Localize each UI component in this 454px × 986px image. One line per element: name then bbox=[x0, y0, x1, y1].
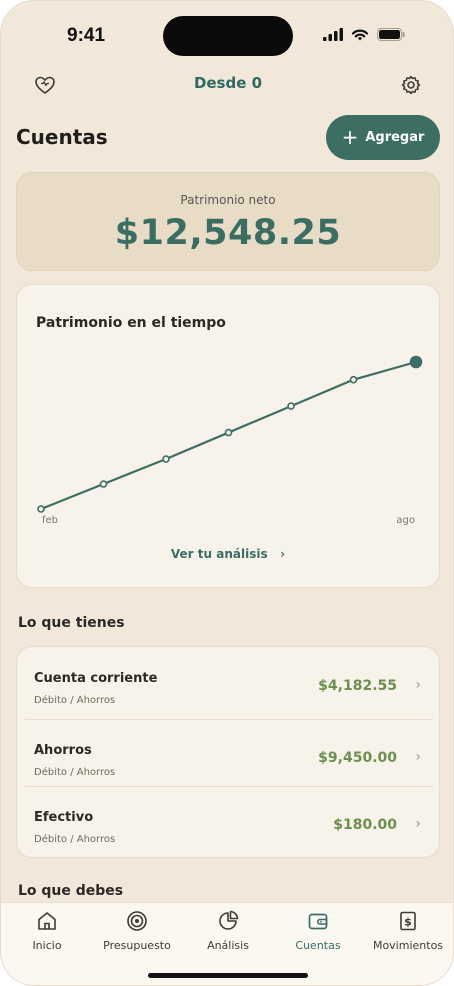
status-icons bbox=[323, 28, 405, 41]
tab-label: Análisis bbox=[207, 939, 249, 952]
tab-label: Presupuesto bbox=[103, 939, 171, 952]
accounts-list: Cuenta corriente Débito / Ahorros $4,182… bbox=[16, 646, 440, 858]
dynamic-island bbox=[163, 16, 293, 56]
pie-chart-icon bbox=[219, 910, 239, 930]
data-point bbox=[99, 480, 108, 488]
tab-inicio[interactable]: Inicio bbox=[2, 909, 92, 952]
add-account-button[interactable]: + Agregar bbox=[326, 115, 440, 160]
x-tick-label: ago bbox=[396, 515, 415, 526]
account-name: Ahorros bbox=[34, 743, 92, 758]
battery-icon bbox=[377, 28, 405, 41]
net-worth-card: Patrimonio neto $12,548.25 bbox=[16, 172, 440, 271]
account-row[interactable]: Efectivo Débito / Ahorros $180.00 › bbox=[17, 786, 441, 852]
x-tick-label: feb bbox=[42, 515, 58, 526]
chevron-right-icon: › bbox=[415, 816, 421, 832]
account-balance: $180.00 bbox=[333, 817, 397, 833]
account-row[interactable]: Ahorros Débito / Ahorros $9,450.00 › bbox=[17, 719, 441, 785]
see-analysis-link[interactable]: Ver tu análisis › bbox=[17, 547, 439, 561]
tab-presupuesto[interactable]: Presupuesto bbox=[92, 909, 182, 952]
plus-icon: + bbox=[341, 124, 359, 149]
status-time: 9:41 bbox=[67, 25, 106, 46]
section-owe-heading: Lo que debes bbox=[18, 883, 124, 899]
svg-text:$: $ bbox=[404, 916, 412, 929]
tab-analisis[interactable]: Análisis bbox=[183, 909, 273, 952]
data-point bbox=[349, 375, 358, 384]
chevron-right-icon: › bbox=[271, 547, 286, 561]
target-icon bbox=[127, 911, 147, 931]
net-worth-chart-card: Patrimonio en el tiempo feb ago Ver tu an… bbox=[16, 284, 440, 588]
receipt-icon: $ bbox=[400, 911, 416, 931]
account-type: Débito / Ahorros bbox=[34, 767, 116, 778]
tab-label: Inicio bbox=[32, 939, 62, 952]
account-balance: $4,182.55 bbox=[318, 678, 397, 694]
data-point bbox=[224, 428, 233, 437]
home-indicator bbox=[148, 973, 308, 978]
chevron-right-icon: › bbox=[415, 749, 421, 765]
tab-label: Movimientos bbox=[372, 939, 444, 952]
data-point bbox=[37, 505, 45, 513]
add-button-label: Agregar bbox=[365, 130, 425, 145]
account-name: Cuenta corriente bbox=[34, 671, 158, 686]
tab-movimientos[interactable]: $ Movimientos bbox=[363, 909, 453, 952]
tab-label: Cuentas bbox=[295, 939, 341, 952]
gear-icon[interactable] bbox=[399, 73, 423, 97]
account-row[interactable]: Cuenta corriente Débito / Ahorros $4,182… bbox=[17, 647, 441, 713]
account-name: Efectivo bbox=[34, 810, 94, 825]
app-title: Desde 0 bbox=[193, 74, 263, 92]
data-point bbox=[287, 402, 295, 410]
page-title: Cuentas bbox=[16, 125, 108, 149]
account-type: Débito / Ahorros bbox=[34, 695, 116, 706]
phone-screen: 9:41 Desde 0 Cuentas + Agregar Patrimoni… bbox=[0, 0, 454, 986]
signal-icon bbox=[323, 28, 343, 41]
net-worth-value: $12,548.25 bbox=[114, 213, 342, 253]
see-analysis-label: Ver tu análisis bbox=[170, 547, 268, 561]
tab-cuentas[interactable]: Cuentas bbox=[273, 909, 363, 952]
net-worth-label: Patrimonio neto bbox=[180, 193, 276, 207]
line-chart: feb ago bbox=[37, 355, 423, 526]
wallet-icon bbox=[308, 913, 328, 930]
chevron-right-icon: › bbox=[415, 677, 421, 693]
wifi-icon bbox=[351, 29, 369, 41]
account-balance: $9,450.00 bbox=[318, 750, 397, 766]
data-point bbox=[162, 455, 170, 463]
data-point bbox=[409, 355, 423, 369]
section-have-heading: Lo que tienes bbox=[18, 615, 125, 631]
home-icon bbox=[38, 912, 56, 930]
account-type: Débito / Ahorros bbox=[34, 834, 116, 845]
